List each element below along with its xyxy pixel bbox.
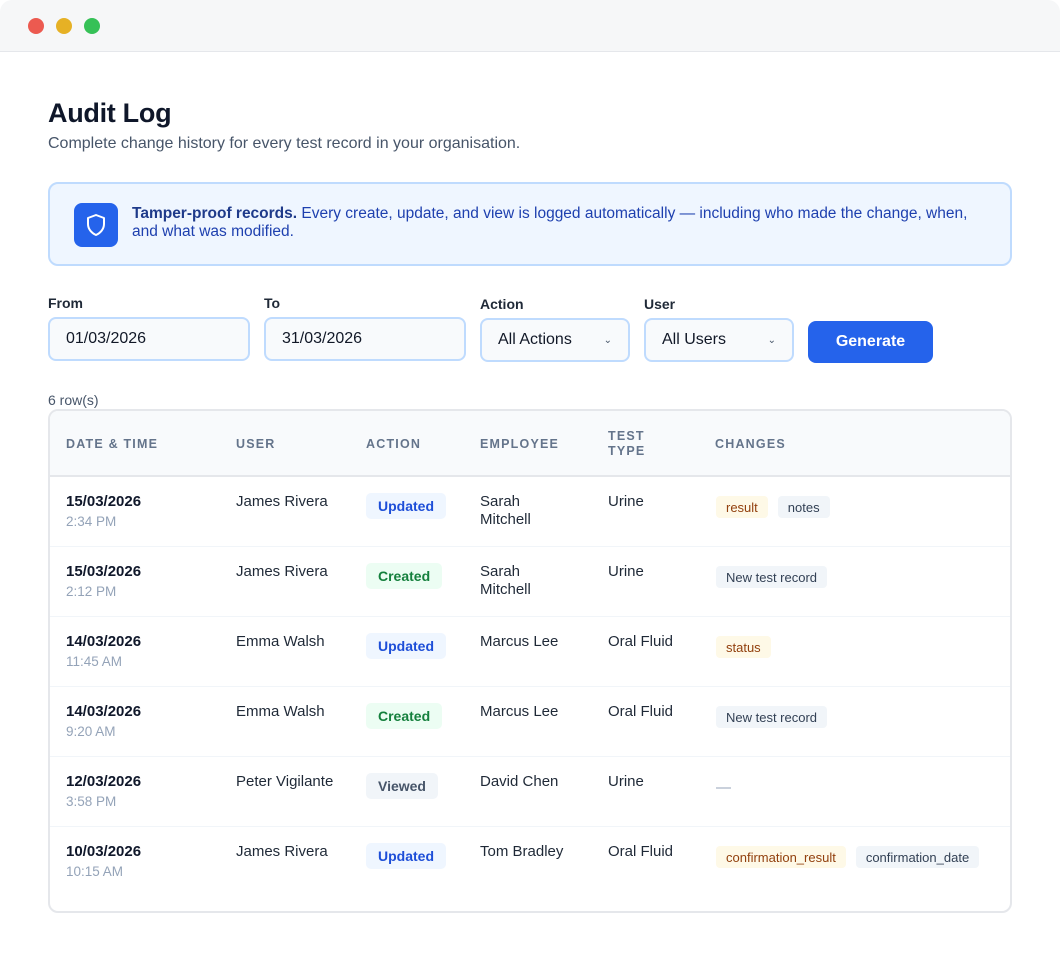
employee-cell: Sarah Mitchell — [480, 563, 531, 598]
banner-text: Tamper-proof records. Every create, upda… — [132, 205, 992, 241]
to-label: To — [264, 295, 281, 311]
date-text: 10/03/2026 — [66, 843, 142, 860]
change-chip: New test record — [716, 566, 828, 588]
test-type-cell: Oral Fluid — [608, 843, 674, 860]
user-cell: Peter Vigilante — [236, 773, 334, 790]
action-badge: Updated — [366, 843, 446, 869]
column-header-changes[interactable]: CHANGES — [715, 437, 786, 452]
action-badge: Updated — [366, 493, 446, 519]
date-text: 12/03/2026 — [66, 773, 142, 790]
test-type-cell: Oral Fluid — [608, 633, 674, 650]
date-time-cell: 14/03/2026 11:45 AM — [66, 633, 141, 671]
date-time-cell: 14/03/2026 9:20 AM — [66, 703, 141, 741]
column-header-user[interactable]: USER — [236, 437, 276, 452]
date-time-cell: 12/03/2026 3:58 PM — [66, 773, 141, 811]
changes-cell: confirmation_result confirmation_date — [716, 846, 996, 868]
changes-cell: status — [716, 636, 996, 658]
time-text: 2:12 PM — [66, 584, 117, 599]
zoom-window-button[interactable] — [84, 18, 100, 34]
user-select[interactable]: All Users ⌄ — [644, 318, 794, 362]
from-date-value: 01/03/2026 — [66, 330, 147, 347]
page-subtitle: Complete change history for every test r… — [48, 135, 521, 152]
date-text: 15/03/2026 — [66, 493, 142, 510]
user-cell: James Rivera — [236, 563, 328, 580]
user-select-value: All Users — [662, 331, 727, 348]
table-header: DATE & TIME USER ACTION EMPLOYEE TEST TY… — [50, 411, 1010, 477]
to-date-value: 31/03/2026 — [282, 330, 363, 347]
table-row[interactable]: 12/03/2026 3:58 PM Peter Vigilante Viewed Da… — [50, 757, 1010, 827]
test-type-cell: Urine — [608, 773, 644, 790]
date-text: 15/03/2026 — [66, 563, 142, 580]
changes-cell: — — [716, 776, 996, 798]
change-chip: status — [716, 636, 771, 658]
close-window-button[interactable] — [28, 18, 44, 34]
user-label: User — [644, 296, 676, 312]
action-badge: Updated — [366, 633, 446, 659]
employee-cell: David Chen — [480, 773, 559, 790]
test-type-cell: Urine — [608, 563, 644, 580]
test-type-cell: Oral Fluid — [608, 703, 674, 720]
shield-icon — [74, 203, 118, 247]
action-label: Action — [480, 296, 524, 312]
app-window: Audit Log Complete change history for ev… — [0, 0, 1060, 957]
user-cell: Emma Walsh — [236, 703, 325, 720]
changes-cell: result notes — [716, 496, 996, 518]
time-text: 9:20 AM — [66, 724, 116, 739]
date-time-cell: 15/03/2026 2:34 PM — [66, 493, 141, 531]
date-time-cell: 10/03/2026 10:15 AM — [66, 843, 141, 881]
minimize-window-button[interactable] — [56, 18, 72, 34]
column-header-action[interactable]: ACTION — [366, 437, 421, 452]
chevron-down-icon: ⌄ — [603, 334, 612, 346]
audit-table: DATE & TIME USER ACTION EMPLOYEE TEST TY… — [48, 409, 1012, 913]
from-label: From — [48, 295, 83, 311]
action-badge: Created — [366, 563, 443, 589]
change-chip: confirmation_date — [855, 846, 980, 868]
column-header-date[interactable]: DATE & TIME — [66, 437, 158, 452]
window-titlebar — [0, 0, 1060, 52]
time-text: 10:15 AM — [66, 864, 124, 879]
to-date-input[interactable]: 31/03/2026 — [264, 317, 466, 361]
changes-cell: New test record — [716, 706, 996, 728]
employee-cell: Sarah Mitchell — [480, 493, 531, 528]
employee-cell: Marcus Lee — [480, 633, 559, 650]
date-time-cell: 15/03/2026 2:12 PM — [66, 563, 141, 601]
changes-cell: New test record — [716, 566, 996, 588]
info-banner: Tamper-proof records. Every create, upda… — [48, 182, 1012, 266]
change-chip: result — [716, 496, 768, 518]
table-row[interactable]: 15/03/2026 2:12 PM James Rivera Created Sara… — [50, 547, 1010, 617]
table-row[interactable]: 10/03/2026 10:15 AM James Rivera Updated Tom… — [50, 827, 1010, 897]
change-chip: notes — [777, 496, 830, 518]
time-text: 3:58 PM — [66, 794, 117, 809]
date-text: 14/03/2026 — [66, 633, 142, 650]
change-chip: New test record — [716, 706, 828, 728]
from-date-input[interactable]: 01/03/2026 — [48, 317, 250, 361]
banner-strong-text: Tamper-proof records. — [132, 205, 298, 222]
table-row[interactable]: 14/03/2026 9:20 AM Emma Walsh Created Marcus… — [50, 687, 1010, 757]
page-title: Audit Log — [48, 98, 172, 128]
action-badge: Created — [366, 703, 443, 729]
user-cell: James Rivera — [236, 843, 328, 860]
column-header-employee[interactable]: EMPLOYEE — [480, 437, 559, 452]
action-select-value: All Actions — [498, 331, 572, 348]
chevron-down-icon: ⌄ — [767, 334, 776, 346]
column-header-test-type[interactable]: TEST TYPE — [608, 429, 645, 459]
user-cell: James Rivera — [236, 493, 328, 510]
action-badge: Viewed — [366, 773, 438, 799]
generate-button[interactable]: Generate — [808, 321, 933, 363]
action-select[interactable]: All Actions ⌄ — [480, 318, 630, 362]
change-chip: — — [716, 778, 731, 796]
table-row[interactable]: 14/03/2026 11:45 AM Emma Walsh Updated Marcu… — [50, 617, 1010, 687]
row-count: 6 row(s) — [48, 392, 99, 408]
user-cell: Emma Walsh — [236, 633, 325, 650]
test-type-cell: Urine — [608, 493, 644, 510]
employee-cell: Marcus Lee — [480, 703, 559, 720]
time-text: 2:34 PM — [66, 514, 117, 529]
change-chip: confirmation_result — [716, 846, 846, 868]
date-text: 14/03/2026 — [66, 703, 142, 720]
table-row[interactable]: 15/03/2026 2:34 PM James Rivera Updated Sara… — [50, 477, 1010, 547]
time-text: 11:45 AM — [66, 654, 123, 669]
employee-cell: Tom Bradley — [480, 843, 564, 860]
